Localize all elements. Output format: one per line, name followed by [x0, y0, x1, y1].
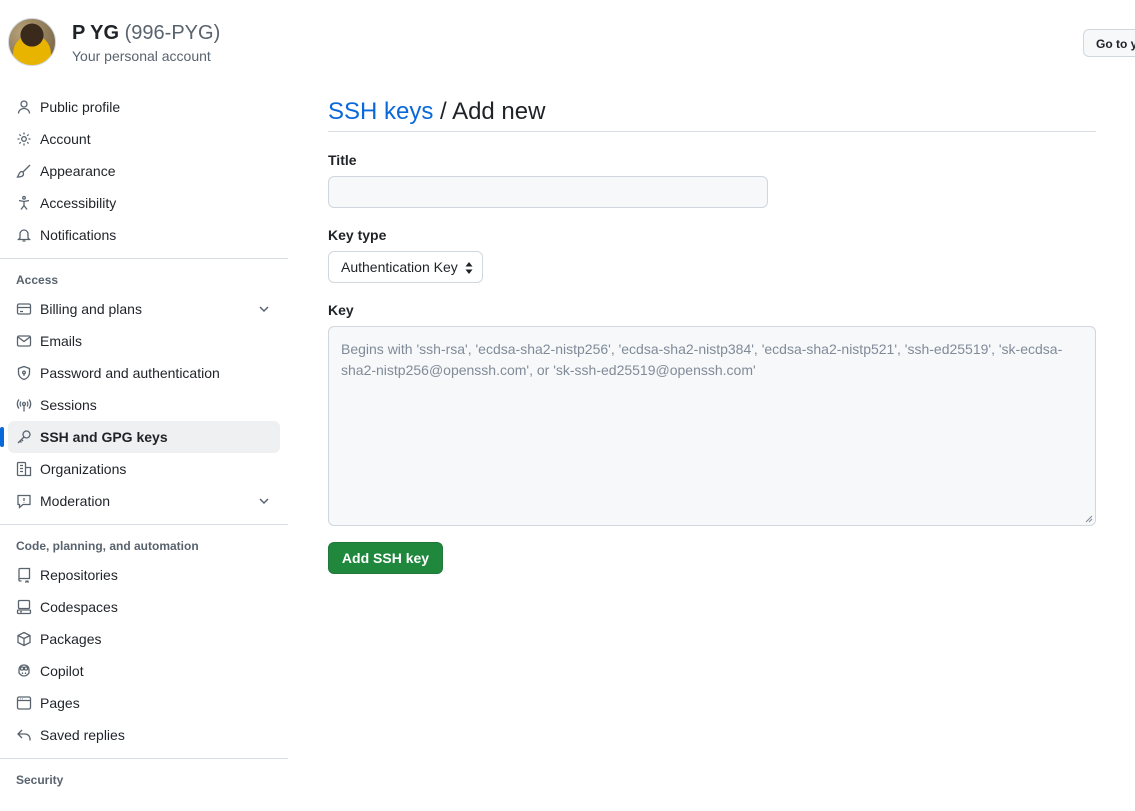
- repo-icon: [16, 567, 32, 583]
- sidebar-item-ssh-gpg-keys[interactable]: SSH and GPG keys: [0, 421, 280, 453]
- sidebar-item-label: Copilot: [40, 663, 84, 679]
- report-icon: [16, 493, 32, 509]
- title-input[interactable]: [328, 176, 768, 208]
- sidebar-item-pages[interactable]: Pages: [0, 687, 288, 719]
- gear-icon: [16, 131, 32, 147]
- account-subtitle: Your personal account: [72, 48, 211, 64]
- key-type-selected-value: Authentication Key: [341, 259, 458, 275]
- sidebar-item-accessibility[interactable]: Accessibility: [0, 187, 288, 219]
- sidebar-item-label: Password and authentication: [40, 365, 220, 381]
- breadcrumb-current: Add new: [452, 98, 546, 125]
- sidebar-item-packages[interactable]: Packages: [0, 623, 288, 655]
- goto-profile-button[interactable]: Go to your personal profile: [1083, 29, 1135, 57]
- credit-card-icon: [16, 301, 32, 317]
- sidebar-item-password[interactable]: Password and authentication: [0, 357, 288, 389]
- sidebar-item-label: SSH and GPG keys: [40, 429, 168, 445]
- title-label: Title: [328, 152, 357, 168]
- shield-lock-icon: [16, 365, 32, 381]
- sidebar-section-code: Code, planning, and automation: [16, 539, 199, 553]
- sidebar-item-label: Billing and plans: [40, 301, 142, 317]
- key-type-label: Key type: [328, 227, 387, 243]
- key-textarea[interactable]: Begins with 'ssh-rsa', 'ecdsa-sha2-nistp…: [328, 326, 1096, 526]
- sidebar-item-label: Accessibility: [40, 195, 117, 211]
- sidebar-item-label: Saved replies: [40, 727, 125, 743]
- sidebar-divider: [0, 258, 288, 259]
- sidebar-divider: [0, 758, 288, 759]
- user-handle: (996-PYG): [124, 22, 221, 44]
- sidebar-item-label: Organizations: [40, 461, 127, 477]
- add-ssh-key-button[interactable]: Add SSH key: [328, 542, 443, 574]
- chevron-down-icon[interactable]: [256, 301, 272, 317]
- mail-icon: [16, 333, 32, 349]
- sidebar-item-label: Emails: [40, 333, 83, 349]
- breadcrumb-separator: /: [433, 98, 453, 125]
- key-label: Key: [328, 302, 354, 318]
- settings-sidebar: Public profile Account Appearance Access…: [0, 91, 288, 793]
- sidebar-item-repositories[interactable]: Repositories: [0, 559, 288, 591]
- sidebar-item-label: Account: [40, 131, 91, 147]
- sidebar-section-security: Security: [16, 773, 64, 787]
- sidebar-item-moderation[interactable]: Moderation: [0, 485, 288, 517]
- paintbrush-icon: [16, 163, 32, 179]
- sidebar-item-label: Pages: [40, 695, 80, 711]
- sidebar-item-sessions[interactable]: Sessions: [0, 389, 288, 421]
- broadcast-icon: [16, 397, 32, 413]
- sidebar-item-organizations[interactable]: Organizations: [0, 453, 288, 485]
- sidebar-section-access: Access: [16, 273, 59, 287]
- sidebar-item-label: Moderation: [40, 493, 111, 509]
- sidebar-item-label: Notifications: [40, 227, 117, 243]
- breadcrumb-ssh-keys-link[interactable]: SSH keys: [328, 98, 433, 125]
- sidebar-item-copilot[interactable]: Copilot: [0, 655, 288, 687]
- sidebar-item-label: Sessions: [40, 397, 97, 413]
- page-title: SSH keys / Add new: [328, 92, 1096, 132]
- sidebar-item-public-profile[interactable]: Public profile: [0, 91, 288, 123]
- sidebar-divider: [0, 524, 288, 525]
- sidebar-item-codespaces[interactable]: Codespaces: [0, 591, 288, 623]
- accessibility-icon: [16, 195, 32, 211]
- sidebar-item-saved-replies[interactable]: Saved replies: [0, 719, 288, 751]
- sidebar-item-account[interactable]: Account: [0, 123, 288, 155]
- user-display-name: P YG: [72, 22, 120, 44]
- sidebar-item-appearance[interactable]: Appearance: [0, 155, 288, 187]
- organization-icon: [16, 461, 32, 477]
- sidebar-item-notifications[interactable]: Notifications: [0, 219, 288, 251]
- person-icon: [16, 99, 32, 115]
- browser-icon: [16, 695, 32, 711]
- bell-icon: [16, 227, 32, 243]
- chevron-down-icon[interactable]: [256, 493, 272, 509]
- resize-handle-icon[interactable]: [1085, 515, 1093, 523]
- sidebar-item-billing[interactable]: Billing and plans: [0, 293, 288, 325]
- sidebar-item-emails[interactable]: Emails: [0, 325, 288, 357]
- codespaces-icon: [16, 599, 32, 615]
- user-name: P YG (996-PYG): [72, 22, 220, 45]
- sidebar-item-label: Appearance: [40, 163, 116, 179]
- avatar[interactable]: [8, 18, 56, 66]
- sidebar-item-label: Repositories: [40, 567, 118, 583]
- copilot-icon: [16, 663, 32, 679]
- key-icon: [16, 429, 32, 445]
- key-type-select[interactable]: Authentication Key: [328, 251, 483, 283]
- sidebar-item-label: Packages: [40, 631, 102, 647]
- key-placeholder: Begins with 'ssh-rsa', 'ecdsa-sha2-nistp…: [341, 341, 1063, 378]
- sidebar-item-label: Public profile: [40, 99, 121, 115]
- select-arrows-icon: [465, 262, 473, 274]
- main-content: SSH keys / Add new Title Key type Authen…: [328, 92, 1096, 574]
- reply-icon: [16, 727, 32, 743]
- sidebar-item-label: Codespaces: [40, 599, 118, 615]
- package-icon: [16, 631, 32, 647]
